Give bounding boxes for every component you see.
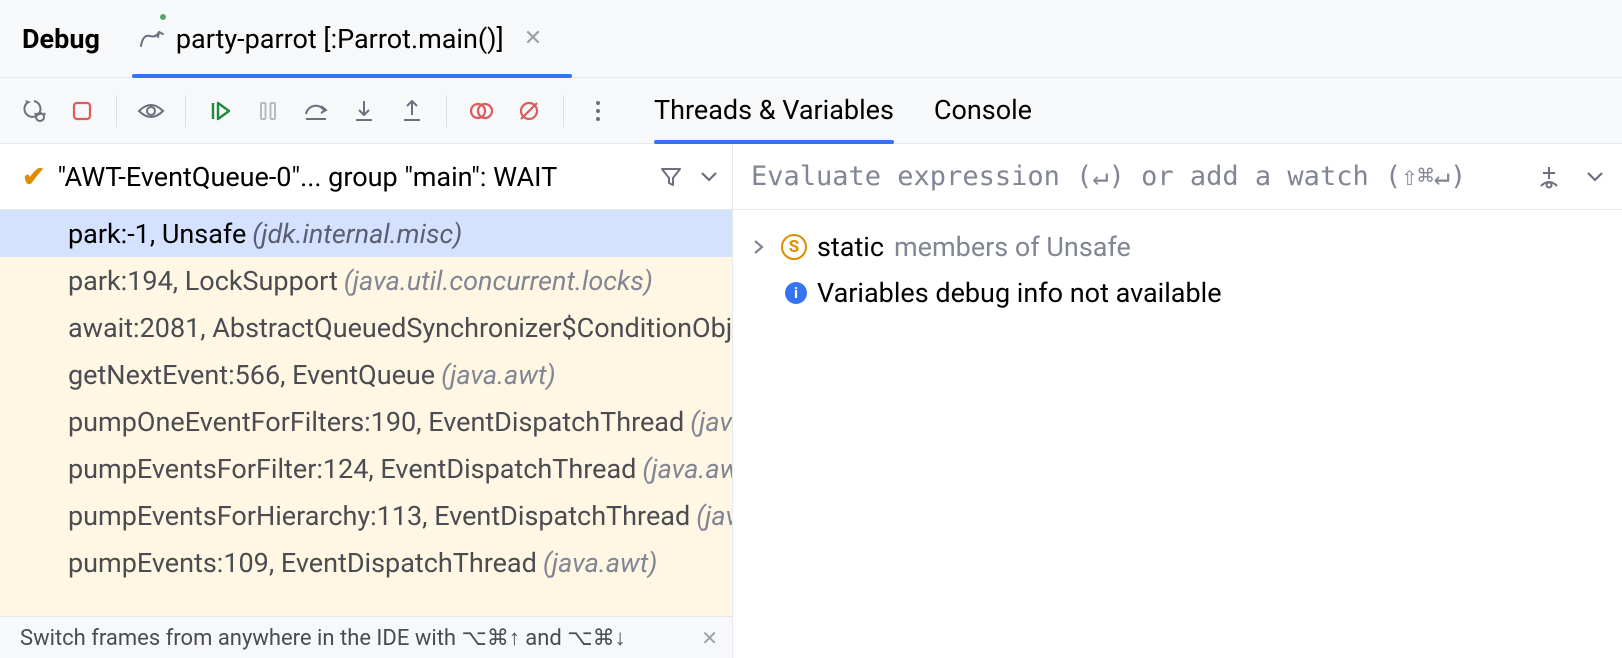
frame-main: getNextEvent:566, EventQueue <box>68 359 435 391</box>
close-icon[interactable]: ✕ <box>524 26 542 51</box>
toolbar-group-view <box>117 91 185 131</box>
running-indicator-dot <box>158 12 168 22</box>
chevron-right-icon[interactable] <box>753 239 771 255</box>
toolbar-group-more <box>564 91 632 131</box>
frame-main: pumpEventsForHierarchy:113, EventDispatc… <box>68 500 690 532</box>
stop-icon[interactable] <box>62 91 102 131</box>
run-config-label: party-parrot [:Parrot.main()] <box>176 23 504 55</box>
stack-frame[interactable]: pumpEventsForHierarchy:113, EventDispatc… <box>0 492 732 539</box>
frame-main: pumpEventsForFilter:124, EventDispatchTh… <box>68 453 636 485</box>
step-out-icon[interactable] <box>392 91 432 131</box>
rerun-icon[interactable] <box>14 91 54 131</box>
variables-list: S static members of Unsafe i Variables d… <box>733 210 1622 330</box>
thread-selector[interactable]: ✔ "AWT-EventQueue-0"... group "main": WA… <box>0 144 732 210</box>
frame-main: park:194, LockSupport <box>68 265 338 297</box>
tab-threads-variables[interactable]: Threads & Variables <box>654 78 894 143</box>
toolbar-group-run <box>0 91 116 131</box>
frame-package: (java.awt) <box>441 359 556 391</box>
chevron-down-icon[interactable] <box>700 171 718 183</box>
debug-toolbar: Threads & Variables Console <box>0 78 1622 144</box>
pause-icon[interactable] <box>248 91 288 131</box>
view-breakpoints-icon[interactable] <box>461 91 501 131</box>
view-tabs: Threads & Variables Console <box>654 78 1032 143</box>
frames-panel: ✔ "AWT-EventQueue-0"... group "main": WA… <box>0 144 733 658</box>
info-message-row: i Variables debug info not available <box>753 270 1602 316</box>
evaluate-placeholder[interactable]: Evaluate expression (↵) or add a watch (… <box>751 161 1522 192</box>
frame-package: (jav <box>690 406 732 438</box>
frame-package: (java.awt) <box>543 547 658 579</box>
step-into-icon[interactable] <box>344 91 384 131</box>
info-message: Variables debug info not available <box>817 277 1222 309</box>
resume-icon[interactable] <box>200 91 240 131</box>
thread-selector-tools <box>660 166 718 188</box>
chevron-down-icon[interactable] <box>1586 171 1604 183</box>
static-members-node[interactable]: S static members of Unsafe <box>753 224 1602 270</box>
frame-main: pumpEvents:109, EventDispatchThread <box>68 547 537 579</box>
mute-breakpoints-icon[interactable] <box>509 91 549 131</box>
stack-frame[interactable]: pumpEvents:109, EventDispatchThread (jav… <box>0 539 732 586</box>
frame-main: await:2081, AbstractQueuedSynchronizer$C… <box>68 312 732 344</box>
stack-frame[interactable]: pumpEventsForFilter:124, EventDispatchTh… <box>0 445 732 492</box>
stack-frame[interactable]: pumpOneEventForFilters:190, EventDispatc… <box>0 398 732 445</box>
eval-tools <box>1536 164 1604 190</box>
variables-panel: Evaluate expression (↵) or add a watch (… <box>733 144 1622 658</box>
static-prefix: static <box>817 231 884 263</box>
more-icon[interactable] <box>578 91 618 131</box>
frames-list[interactable]: park:-1, Unsafe (jdk.internal.misc) park… <box>0 210 732 616</box>
tab-console[interactable]: Console <box>934 78 1032 143</box>
frame-main: park:-1, Unsafe <box>68 218 246 250</box>
toolbar-group-breakpoints <box>447 91 563 131</box>
run-config-icon <box>138 28 166 50</box>
tab-strip: Debug party-parrot [:Parrot.main()] ✕ <box>0 0 1622 78</box>
filter-icon[interactable] <box>660 166 682 188</box>
stack-frame[interactable]: park:-1, Unsafe (jdk.internal.misc) <box>0 210 732 257</box>
tip-text: Switch frames from anywhere in the IDE w… <box>20 625 626 651</box>
close-icon[interactable]: ✕ <box>701 626 718 650</box>
step-over-icon[interactable] <box>296 91 336 131</box>
frame-package: (java.util.concurrent.locks) <box>344 265 653 297</box>
frame-main: pumpOneEventForFilters:190, EventDispatc… <box>68 406 684 438</box>
frame-package: (jdk.internal.misc) <box>252 218 462 250</box>
debug-tool-window: Debug party-parrot [:Parrot.main()] ✕ <box>0 0 1622 658</box>
stack-frame[interactable]: getNextEvent:566, EventQueue (java.awt) <box>0 351 732 398</box>
info-icon: i <box>785 282 807 304</box>
add-watch-icon[interactable] <box>1536 164 1562 190</box>
toolbar-group-step <box>186 91 446 131</box>
frame-package: (jav <box>696 500 732 532</box>
check-icon: ✔ <box>22 160 45 193</box>
debug-title: Debug <box>22 23 100 55</box>
static-suffix: members of Unsafe <box>894 231 1131 263</box>
run-config-tab[interactable]: party-parrot [:Parrot.main()] ✕ <box>138 0 558 77</box>
stack-frame[interactable]: await:2081, AbstractQueuedSynchronizer$C… <box>0 304 732 351</box>
tip-bar: Switch frames from anywhere in the IDE w… <box>0 616 732 658</box>
frame-package: (java.aw <box>642 453 732 485</box>
static-badge-icon: S <box>781 234 807 260</box>
show-execution-point-icon[interactable] <box>131 91 171 131</box>
stack-frame[interactable]: park:194, LockSupport (java.util.concurr… <box>0 257 732 304</box>
thread-label: "AWT-EventQueue-0"... group "main": WAIT <box>57 161 648 193</box>
body-split: ✔ "AWT-EventQueue-0"... group "main": WA… <box>0 144 1622 658</box>
active-tab-underline <box>132 74 572 78</box>
evaluate-expression-row: Evaluate expression (↵) or add a watch (… <box>733 144 1622 210</box>
